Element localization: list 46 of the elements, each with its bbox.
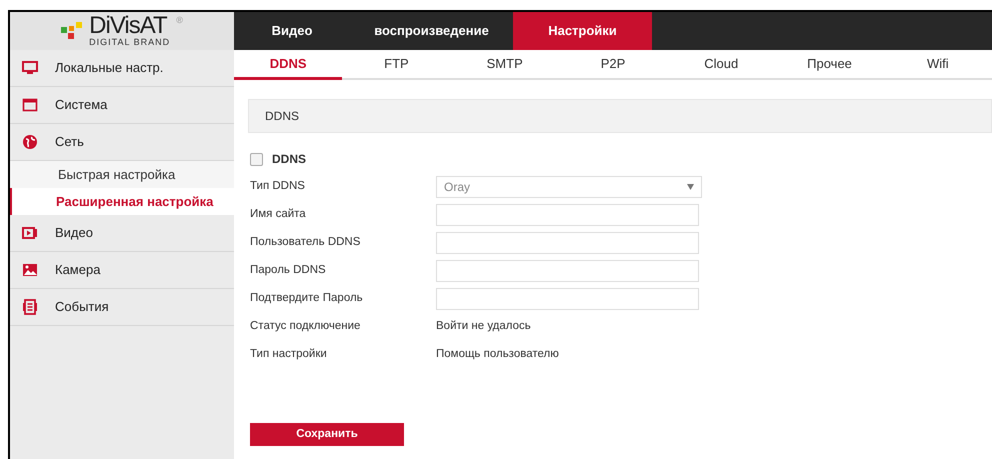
tab[interactable]: DDNS [234,50,342,80]
input-field[interactable] [436,232,699,254]
field-label: Пароль DDNS [250,263,327,278]
video-icon [22,225,38,241]
window-icon [22,97,38,113]
logo-icon [61,22,84,40]
field-label: Тип настройки [250,347,328,362]
globe-icon [22,134,38,150]
field-label: Имя сайта [250,207,307,222]
tab[interactable]: FTP [342,50,451,80]
sidebar-item[interactable]: Система [10,87,234,124]
input-field[interactable] [436,204,699,226]
registered-mark: ® [176,14,183,27]
sidebar-item[interactable]: События [10,289,234,326]
field-value: Помощь пользователю [436,347,559,362]
nav-tab[interactable]: воспроизведение [350,12,513,50]
checkbox-label: DDNS [272,151,306,168]
list-icon [22,299,38,315]
nav-tab[interactable]: Настройки [513,12,652,50]
sidebar-item[interactable]: Локальные настр. [10,50,234,87]
tab[interactable]: Wifi [884,50,992,80]
tab[interactable]: Cloud [667,50,776,80]
tab[interactable]: SMTP [450,50,559,80]
input-field[interactable] [436,288,699,310]
nav-tab[interactable]: Видео [234,12,350,50]
sidebar-subitem[interactable]: Расширенная настройка [10,188,234,215]
tab[interactable]: Прочее [775,50,884,80]
sidebar-item[interactable]: Камера [10,252,234,289]
image-icon [22,262,38,278]
field-label: Подтвердите Пароль [250,291,364,306]
logo-name: DiVisAT [89,15,168,37]
monitor-icon [22,60,38,76]
section-header: DDNS [248,99,992,133]
field-label: Тип DDNS [250,179,306,194]
sidebar-item[interactable]: Видео [10,215,234,252]
input-field[interactable] [436,260,699,282]
field-label: Пользователь DDNS [250,235,362,250]
sidebar-subitem[interactable]: Быстрая настройка [10,161,234,188]
field-value: Войти не удалось [436,319,531,334]
field-label: Статус подключение [250,319,362,334]
caret-icon [687,184,694,190]
dropdown[interactable]: Oray [436,176,702,198]
tab[interactable]: P2P [558,50,668,80]
checkbox[interactable] [250,152,263,166]
save-button[interactable]: Сохранить [250,423,404,446]
logo-tagline: DIGITAL BRAND [89,37,170,47]
